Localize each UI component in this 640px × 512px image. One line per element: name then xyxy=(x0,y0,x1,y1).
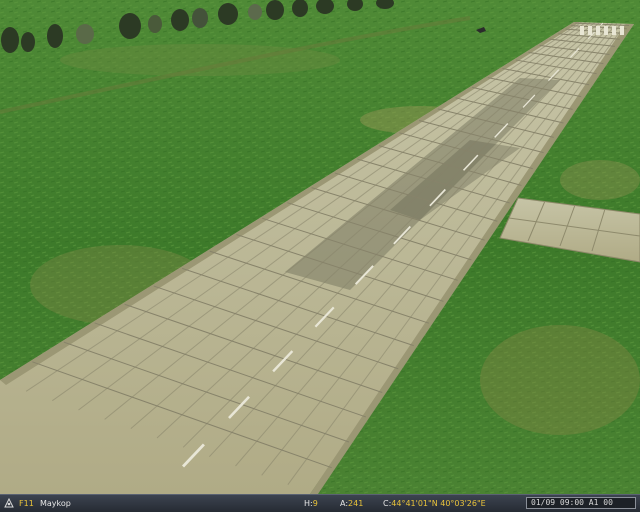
status-bar: F11 Maykop H:9 A:241 C:44°41'01"N 40°03'… xyxy=(0,494,640,512)
mission-clock: 01/09 09:00 A1 00 xyxy=(526,497,636,509)
airfield-scene xyxy=(0,0,640,494)
coordinates-readout: C:44°41'01"N 40°03'26"E xyxy=(383,498,486,509)
heading-readout: H:9 xyxy=(304,498,318,509)
dry-patch xyxy=(560,160,640,200)
game-viewport[interactable] xyxy=(0,0,640,494)
altitude-readout: A:241 xyxy=(340,498,363,509)
heading-label: H: xyxy=(304,499,313,508)
dry-patch xyxy=(480,325,640,435)
heading-value: 9 xyxy=(312,499,318,508)
coordinates-value: 44°41'01"N 40°03'26"E xyxy=(391,499,486,508)
altitude-label: A: xyxy=(340,499,349,508)
altitude-value: 241 xyxy=(348,499,364,508)
view-key: F11 xyxy=(19,499,34,508)
location-name: Maykop xyxy=(40,499,71,508)
camera-view-icon xyxy=(4,498,14,508)
